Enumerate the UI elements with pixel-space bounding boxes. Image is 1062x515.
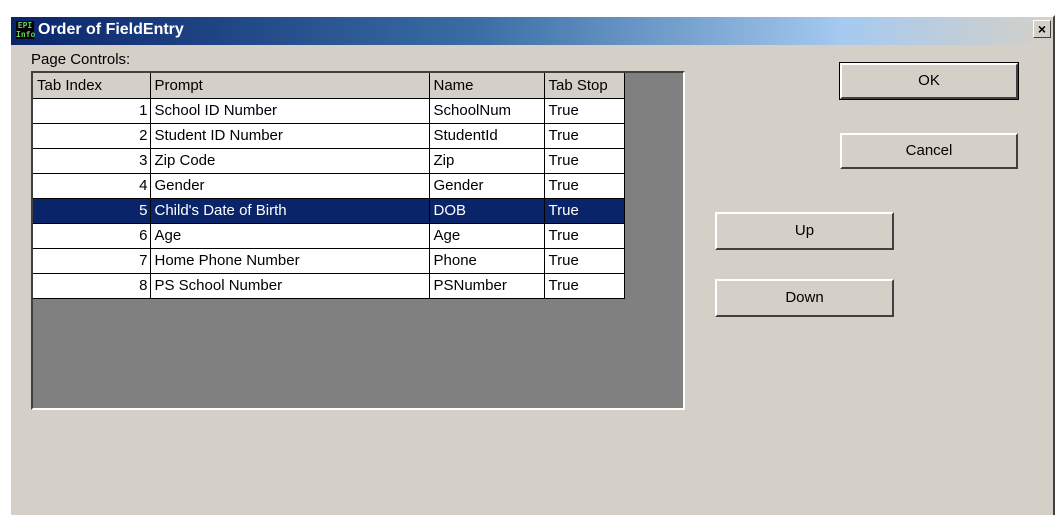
table-row[interactable]: 6 Age Age True (33, 223, 625, 249)
title-bar[interactable]: EPI Info Order of FieldEntry × (11, 17, 1053, 45)
page-controls-grid[interactable]: Tab Index Prompt Name Tab Stop 1 School … (31, 71, 685, 410)
cell-tab-index[interactable]: 7 (33, 248, 151, 274)
cell-tab-index[interactable]: 5 (33, 198, 151, 224)
cell-name[interactable]: Age (429, 223, 545, 249)
column-header-tab-index[interactable]: Tab Index (33, 73, 151, 99)
cell-tab-stop[interactable]: True (544, 198, 625, 224)
ok-button[interactable]: OK (839, 62, 1019, 100)
cell-tab-stop[interactable]: True (544, 123, 625, 149)
page-controls-label: Page Controls: (31, 51, 131, 68)
cell-tab-index[interactable]: 8 (33, 273, 151, 299)
table-row[interactable]: 7 Home Phone Number Phone True (33, 248, 625, 274)
cell-name[interactable]: Phone (429, 248, 545, 274)
cell-prompt[interactable]: Gender (150, 173, 430, 199)
cell-prompt[interactable]: Age (150, 223, 430, 249)
cell-tab-index[interactable]: 3 (33, 148, 151, 174)
cell-name[interactable]: Zip (429, 148, 545, 174)
cell-prompt[interactable]: Student ID Number (150, 123, 430, 149)
table-row[interactable]: 8 PS School Number PSNumber True (33, 273, 625, 299)
cancel-button[interactable]: Cancel (840, 133, 1018, 169)
cell-tab-stop[interactable]: True (544, 98, 625, 124)
table-row[interactable]: 3 Zip Code Zip True (33, 148, 625, 174)
cell-tab-index[interactable]: 1 (33, 98, 151, 124)
window-title: Order of FieldEntry (38, 21, 184, 38)
column-header-name[interactable]: Name (429, 73, 545, 99)
down-button[interactable]: Down (715, 279, 894, 317)
dialog-window: EPI Info Order of FieldEntry × Page Contr… (9, 15, 1055, 515)
cell-name[interactable]: StudentId (429, 123, 545, 149)
cell-tab-stop[interactable]: True (544, 173, 625, 199)
cell-prompt[interactable]: PS School Number (150, 273, 430, 299)
cell-tab-stop[interactable]: True (544, 273, 625, 299)
cell-prompt[interactable]: Child's Date of Birth (150, 198, 430, 224)
column-header-tab-stop[interactable]: Tab Stop (544, 73, 625, 99)
cell-tab-index[interactable]: 2 (33, 123, 151, 149)
cell-tab-stop[interactable]: True (544, 248, 625, 274)
cell-name[interactable]: SchoolNum (429, 98, 545, 124)
cell-tab-stop[interactable]: True (544, 223, 625, 249)
cell-name[interactable]: Gender (429, 173, 545, 199)
grid-header-row: Tab Index Prompt Name Tab Stop (33, 73, 625, 99)
cell-prompt[interactable]: School ID Number (150, 98, 430, 124)
column-header-prompt[interactable]: Prompt (150, 73, 430, 99)
cell-prompt[interactable]: Home Phone Number (150, 248, 430, 274)
table-row[interactable]: 2 Student ID Number StudentId True (33, 123, 625, 149)
close-icon[interactable]: × (1033, 20, 1051, 38)
cell-name[interactable]: PSNumber (429, 273, 545, 299)
cell-tab-index[interactable]: 6 (33, 223, 151, 249)
table-row[interactable]: 1 School ID Number SchoolNum True (33, 98, 625, 124)
app-icon: EPI Info (16, 21, 36, 39)
table-row-selected[interactable]: 5 Child's Date of Birth DOB True (33, 198, 625, 224)
cell-name[interactable]: DOB (429, 198, 545, 224)
cell-tab-index[interactable]: 4 (33, 173, 151, 199)
up-button[interactable]: Up (715, 212, 894, 250)
cell-prompt[interactable]: Zip Code (150, 148, 430, 174)
cell-tab-stop[interactable]: True (544, 148, 625, 174)
table-row[interactable]: 4 Gender Gender True (33, 173, 625, 199)
